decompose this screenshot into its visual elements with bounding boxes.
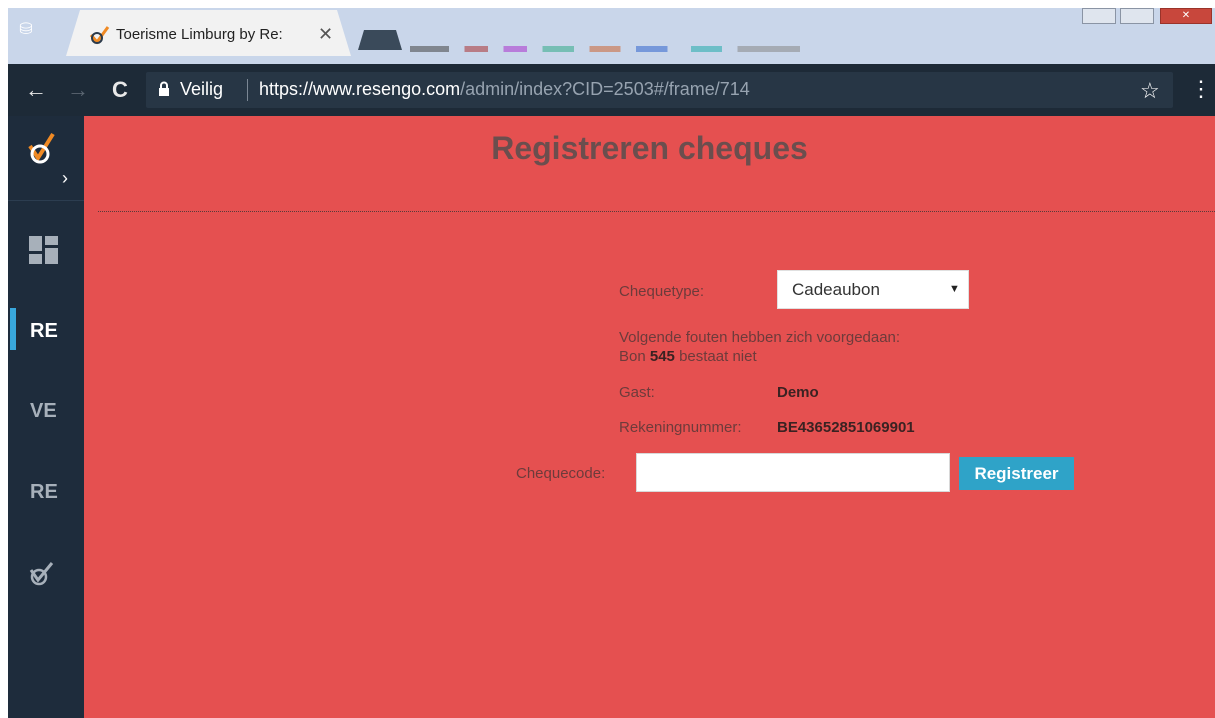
- error-number: 545: [649, 348, 675, 365]
- account-value: BE43652851069901: [777, 419, 915, 436]
- resengo-favicon-icon: [89, 26, 110, 45]
- register-button[interactable]: Registreer: [959, 457, 1074, 490]
- browser-menu-icon[interactable]: ⋮: [1190, 76, 1212, 102]
- sidebar-active-indicator: [10, 308, 16, 350]
- tab-close-icon[interactable]: ✕: [318, 24, 333, 45]
- chequetype-label: Chequetype:: [619, 283, 705, 300]
- minimize-button[interactable]: [1082, 8, 1116, 24]
- dashboard-icon[interactable]: [29, 236, 59, 266]
- guest-value: Demo: [777, 384, 819, 401]
- blurred-tab-strip: [410, 46, 800, 52]
- chequecode-label: Chequecode:: [516, 465, 606, 482]
- sidebar-divider: [8, 200, 84, 201]
- account-label: Rekeningnummer:: [619, 419, 742, 436]
- expand-chevron-icon[interactable]: ›: [62, 168, 68, 189]
- new-tab-button[interactable]: [358, 30, 402, 50]
- window-controls: ✕: [1078, 8, 1215, 24]
- maximize-button[interactable]: [1120, 8, 1154, 24]
- tab-title[interactable]: Toerisme Limburg by Re:: [116, 26, 312, 43]
- incognito-icon: ⛁: [19, 21, 33, 38]
- sidebar-item-re-2[interactable]: RE: [30, 481, 58, 504]
- back-arrow-icon[interactable]: ←: [22, 76, 50, 104]
- url-host: www.resengo.com: [313, 79, 461, 99]
- url-text[interactable]: https://www.resengo.com/admin/index?CID=…: [259, 79, 750, 100]
- forward-arrow-icon[interactable]: →: [64, 76, 92, 104]
- resengo-logo-icon[interactable]: [28, 132, 56, 166]
- chequetype-selected-value: Cadeaubon: [792, 280, 880, 299]
- main-content: [84, 116, 1215, 718]
- sidebar-item-re-1[interactable]: RE: [30, 320, 58, 343]
- bookmark-star-icon[interactable]: ☆: [1140, 78, 1160, 104]
- error-intro: Volgende fouten hebben zich voorgedaan:: [619, 329, 901, 346]
- url-scheme: https://: [259, 79, 314, 99]
- close-window-button[interactable]: ✕: [1160, 8, 1212, 24]
- chequecode-input[interactable]: [636, 453, 950, 492]
- sidebar-item-ve[interactable]: VE: [30, 400, 57, 423]
- error-message: Bon 545 bestaat niet: [619, 348, 757, 365]
- error-suffix: bestaat niet: [679, 348, 757, 365]
- lock-icon: [159, 81, 169, 96]
- resengo-check-icon[interactable]: [28, 560, 56, 588]
- title-divider: [98, 211, 1215, 212]
- page-title: Registreren cheques: [491, 130, 808, 166]
- dropdown-caret-icon: ▼: [949, 283, 960, 295]
- guest-label: Gast:: [619, 384, 655, 401]
- error-prefix: Bon: [619, 348, 646, 365]
- reload-icon[interactable]: C: [106, 76, 134, 104]
- secure-label: Veilig: [180, 79, 224, 99]
- url-separator: [247, 79, 248, 101]
- url-path: /admin/index?CID=2503#/frame/714: [460, 79, 750, 99]
